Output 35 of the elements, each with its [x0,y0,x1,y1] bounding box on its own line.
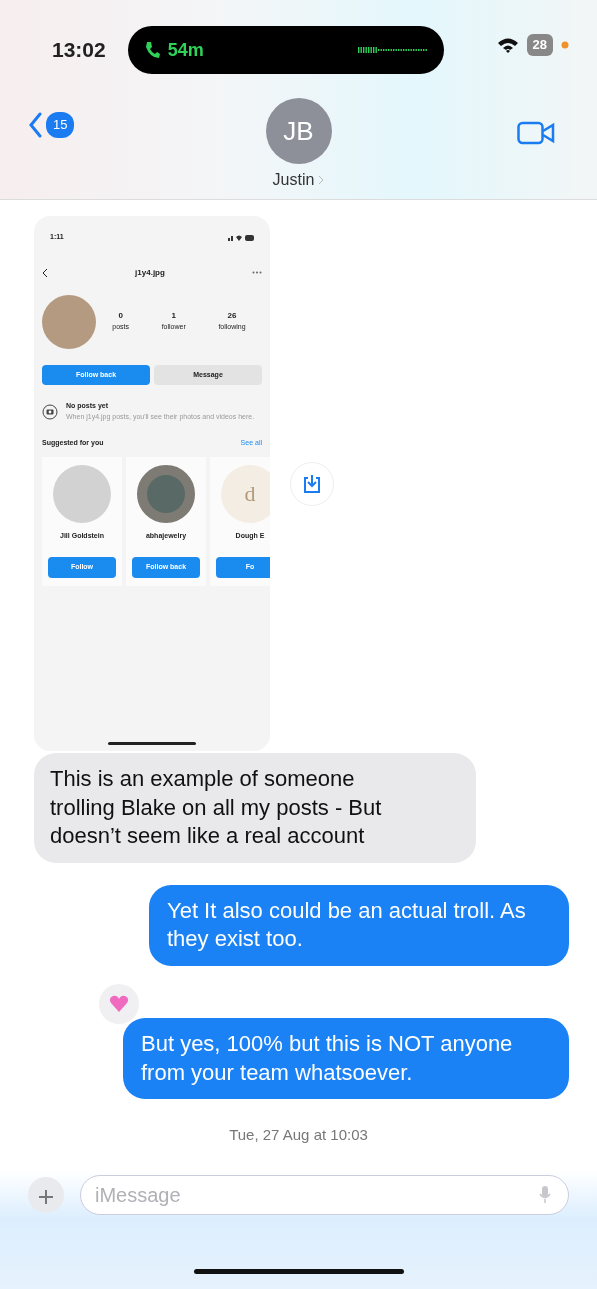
unread-count: 15 [46,112,75,138]
call-duration: 54m [167,38,204,62]
chevron-icon [318,175,325,185]
profile-photo-placeholder [42,294,96,349]
back-chevron-icon [28,112,42,138]
wifi-icon [496,36,519,53]
contact-name[interactable]: Justin [272,168,315,192]
battery-level: 28 [526,34,553,56]
status-time: 13:02 [52,37,106,63]
suggestion-avatar: d [221,464,270,523]
signal-battery-icon [228,233,254,241]
message-field[interactable]: iMessage [80,1175,569,1215]
waveform-icon [357,46,428,54]
save-button[interactable] [290,461,334,506]
suggestion-avatar [137,464,195,523]
plus-icon [39,1189,53,1204]
privacy-dot-icon [561,40,569,49]
heart-icon [109,994,129,1014]
back-chevron-icon[interactable] [42,267,48,278]
stat-value: 0 [117,310,124,323]
profile-username: j1y4.jpg [135,266,165,279]
video-call-icon[interactable] [517,120,555,146]
camera-icon [42,403,58,420]
plus-button[interactable] [28,1177,64,1213]
download-icon [302,473,322,494]
received-message-bubble: This is an example of someone trolling Blake on all my posts - But doesn’t seem like a real account [34,753,476,863]
back-button[interactable]: 15 [28,112,75,138]
microphone-icon [539,1186,551,1204]
sent-message-bubble: Yet It also could be an actual troll. As they exist too. [149,884,569,966]
stat-value: 26 [226,310,238,323]
phone-icon [143,41,160,59]
timestamp: Tue, 27 Aug at 10:03 [228,1124,369,1145]
more-icon[interactable] [252,271,262,274]
contact-avatar[interactable]: JB [265,98,332,164]
stat-value: 1 [170,310,177,323]
